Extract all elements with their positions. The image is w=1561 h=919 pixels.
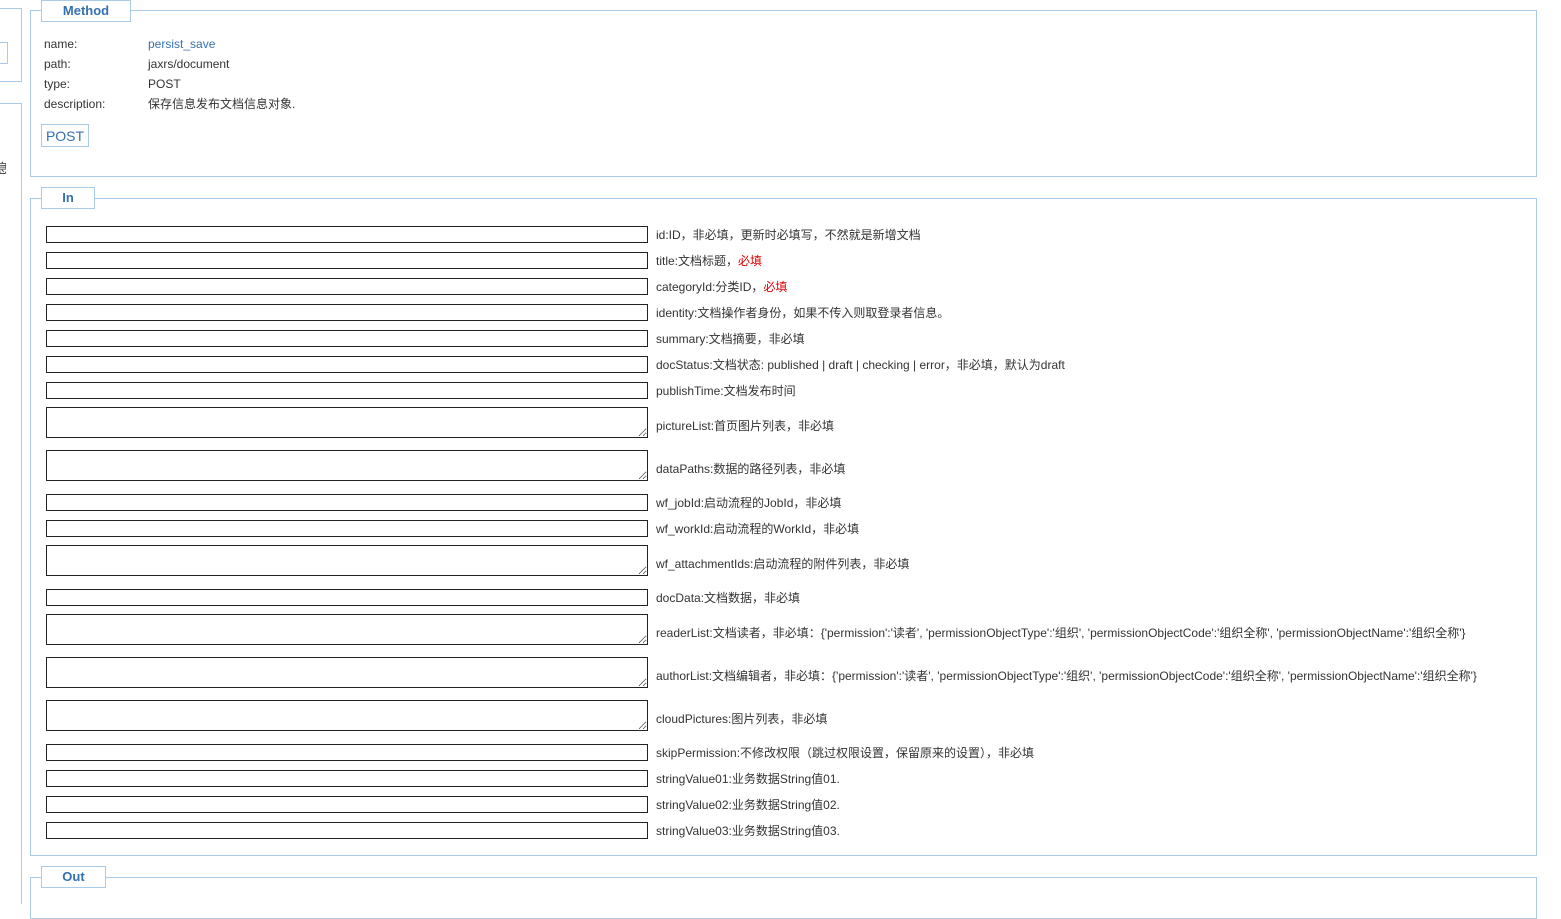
param-label-wf-workid: wf_workId:启动流程的WorkId，非必填 [656, 522, 860, 536]
param-input-title[interactable] [46, 252, 648, 269]
param-input-skippermission[interactable] [46, 744, 648, 761]
param-input-stringvalue01[interactable] [46, 770, 648, 787]
param-label-wf-jobid: wf_jobId:启动流程的JobId，非必填 [656, 496, 842, 510]
param-input-publishtime[interactable] [46, 382, 648, 399]
param-label-docdata: docData:文档数据，非必填 [656, 591, 801, 605]
param-label-cloudpictures: cloudPictures:图片列表，非必填 [656, 712, 828, 726]
param-input-stringvalue03[interactable] [46, 822, 648, 839]
method-name-key: name: [44, 37, 78, 51]
param-input-id[interactable] [46, 226, 648, 243]
sidebar-panel [0, 103, 22, 904]
param-textarea-picturelist[interactable] [46, 407, 648, 438]
param-input-summary[interactable] [46, 330, 648, 347]
method-path-value: jaxrs/document [148, 57, 230, 71]
method-name-value: persist_save [148, 37, 216, 51]
param-label-id: id:ID，非必填，更新时必填写，不然就是新增文档 [656, 228, 921, 242]
method-legend: Method [41, 0, 131, 22]
method-type-key: type: [44, 77, 71, 91]
param-input-wf-workid[interactable] [46, 520, 648, 537]
param-label-readerlist: readerList:文档读者，非必填：{'permission':'读者', … [656, 626, 1466, 640]
param-label-title-text: title:文档标题， [656, 254, 739, 268]
required-marker: 必填 [763, 280, 788, 294]
param-label-categoryid: categoryId:分类ID，必填 [656, 279, 787, 295]
param-label-title: title:文档标题，必填 [656, 253, 762, 269]
method-description-value: 保存信息发布文档信息对象. [148, 97, 296, 111]
param-label-categoryid-text: categoryId:分类ID， [656, 280, 764, 294]
param-label-stringvalue02: stringValue02:业务数据String值02. [656, 798, 840, 812]
param-label-wf-attachmentids: wf_attachmentIds:启动流程的附件列表，非必填 [656, 557, 910, 571]
param-label-skippermission: skipPermission:不修改权限（跳过权限设置，保留原来的设置），非必填 [656, 746, 1035, 760]
out-legend: Out [41, 866, 106, 888]
required-marker: 必填 [738, 254, 763, 268]
param-label-docstatus: docStatus:文档状态: published | draft | chec… [656, 358, 1065, 372]
sidebar-partial-text: 息 [0, 158, 6, 177]
param-label-picturelist: pictureList:首页图片列表，非必填 [656, 419, 835, 433]
param-label-publishtime: publishTime:文档发布时间 [656, 384, 796, 398]
post-button[interactable]: POST [41, 124, 89, 147]
out-fieldset [30, 877, 1537, 919]
param-input-docstatus[interactable] [46, 356, 648, 373]
param-input-stringvalue02[interactable] [46, 796, 648, 813]
param-label-stringvalue01: stringValue01:业务数据String值01. [656, 772, 840, 786]
param-textarea-wf-attachmentids[interactable] [46, 545, 648, 576]
method-type-value: POST [148, 77, 181, 91]
in-legend: In [41, 187, 95, 209]
param-label-stringvalue03: stringValue03:业务数据String值03. [656, 824, 840, 838]
param-label-identity: identity:文档操作者身份，如果不传入则取登录者信息。 [656, 306, 950, 320]
param-label-authorlist: authorList:文档编辑者，非必填：{'permission':'读者',… [656, 669, 1477, 683]
param-input-categoryid[interactable] [46, 278, 648, 295]
param-textarea-cloudpictures[interactable] [46, 700, 648, 731]
param-textarea-datapaths[interactable] [46, 450, 648, 481]
param-textarea-authorlist[interactable] [46, 657, 648, 688]
param-label-datapaths: dataPaths:数据的路径列表，非必填 [656, 462, 846, 476]
sidebar-input-fragment[interactable] [0, 42, 8, 64]
param-input-wf-jobid[interactable] [46, 494, 648, 511]
method-description-key: description: [44, 97, 106, 111]
method-path-key: path: [44, 57, 71, 71]
param-input-identity[interactable] [46, 304, 648, 321]
param-input-docdata[interactable] [46, 589, 648, 606]
param-label-summary: summary:文档摘要，非必填 [656, 332, 805, 346]
param-textarea-readerlist[interactable] [46, 614, 648, 645]
